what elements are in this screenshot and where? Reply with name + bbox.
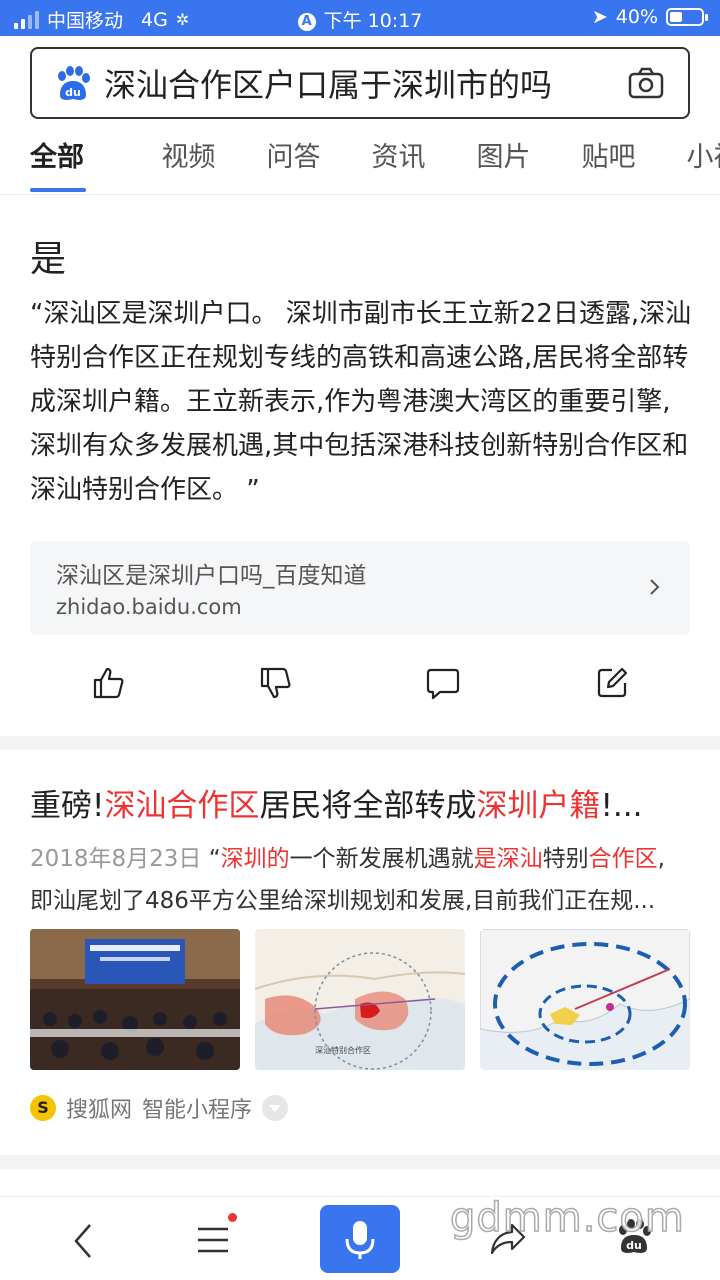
search-box[interactable]: du 深汕合作区户口属于深圳市的吗 [30, 47, 690, 119]
tab-video[interactable]: 视频 [136, 135, 241, 194]
answer-source-link[interactable]: 深汕区是深圳户口吗_百度知道 zhidao.baidu.com [30, 541, 690, 635]
section-divider [0, 1155, 720, 1169]
microphone-icon [345, 1221, 375, 1259]
search-tabs: 全部 视频 问答 资讯 图片 贴吧 小视 [0, 135, 720, 195]
tab-tieba[interactable]: 贴吧 [556, 135, 661, 194]
result-thumbnails: 深汕特别合作区 [30, 929, 690, 1070]
thumbnail-conference-photo[interactable] [30, 929, 240, 1070]
snippet-text: “ [208, 846, 221, 872]
clock: 下午 10:17 [323, 10, 423, 32]
result-date: 2018年8月23日 [30, 846, 202, 872]
tab-news[interactable]: 资讯 [346, 135, 451, 194]
section-divider [0, 736, 720, 750]
voice-search-button[interactable] [320, 1205, 400, 1273]
title-text: 重磅! [30, 788, 105, 824]
tab-images[interactable]: 图片 [451, 135, 556, 194]
menu-icon[interactable] [196, 1223, 230, 1257]
dropdown-icon[interactable] [262, 1095, 289, 1121]
snippet-highlight: 深圳的 [220, 846, 290, 872]
sohu-logo-icon: S [30, 1095, 56, 1121]
title-highlight: 深汕合作区 [104, 788, 260, 824]
svg-text:du: du [65, 86, 81, 99]
tab-qa[interactable]: 问答 [241, 135, 346, 194]
battery-percent: 40% [615, 6, 658, 28]
source-title: 深汕区是深圳户口吗_百度知道 [56, 563, 367, 589]
answer-body: “深汕区是深圳户口。 深圳市副市长王立新22日透露,深汕特别合作区正在规划专线的… [30, 299, 692, 505]
source-tag: 智能小程序 [142, 1098, 253, 1123]
tab-all[interactable]: 全部 [30, 135, 86, 194]
snippet-line-2: 即汕尾划了486平方公里给深圳规划和发展,目前我们正在规... [30, 888, 656, 914]
snippet-text: , [657, 846, 665, 872]
thumbs-up-icon[interactable] [90, 665, 126, 701]
notification-dot [228, 1213, 237, 1222]
snippet-highlight: 是深汕 [473, 846, 543, 872]
thumbnail-bay-area-map[interactable] [480, 929, 690, 1070]
title-text: 居民将全部转成 [259, 788, 477, 824]
edit-icon[interactable] [594, 665, 630, 701]
thumbnail-region-map[interactable]: 深汕特别合作区 [255, 929, 465, 1070]
source-name: 搜狐网 [66, 1098, 133, 1123]
result-snippet: 2018年8月23日 “深圳的一个新发展机遇就是深汕特别合作区, 即汕尾划了48… [30, 838, 695, 922]
snippet-text: 特别 [542, 846, 589, 872]
camera-icon[interactable] [626, 63, 666, 103]
answer-actions [0, 665, 720, 705]
status-bar: 中国移动 4G ✲ A 下午 10:17 ➤ 40% [0, 0, 720, 36]
battery-icon [666, 8, 708, 26]
chevron-right-icon [650, 579, 660, 595]
title-text: !... [600, 788, 643, 824]
back-icon[interactable] [68, 1221, 100, 1261]
location-icon: ➤ [591, 6, 608, 28]
snippet-text: 一个新发展机遇就 [289, 846, 474, 872]
search-input[interactable]: 深汕合作区户口属于深圳市的吗 [104, 60, 626, 106]
source-url: zhidao.baidu.com [56, 595, 242, 619]
snippet-highlight: 合作区 [588, 846, 658, 872]
result-source[interactable]: S 搜狐网 智能小程序 [30, 1093, 289, 1123]
app-store-icon: A [297, 12, 316, 31]
answer-title: 是 [30, 239, 67, 280]
thumbs-down-icon[interactable] [257, 665, 293, 701]
result-title-link[interactable]: 重磅!深汕合作区居民将全部转成深圳户籍!... [30, 780, 690, 825]
baidu-logo-icon: du [52, 63, 92, 103]
map-caption: 深汕特别合作区 [315, 1045, 371, 1055]
comment-icon[interactable] [425, 665, 461, 701]
title-highlight: 深圳户籍 [476, 788, 601, 824]
watermark: gdmm.com [449, 1194, 685, 1242]
tab-short-video[interactable]: 小视 [661, 135, 720, 194]
